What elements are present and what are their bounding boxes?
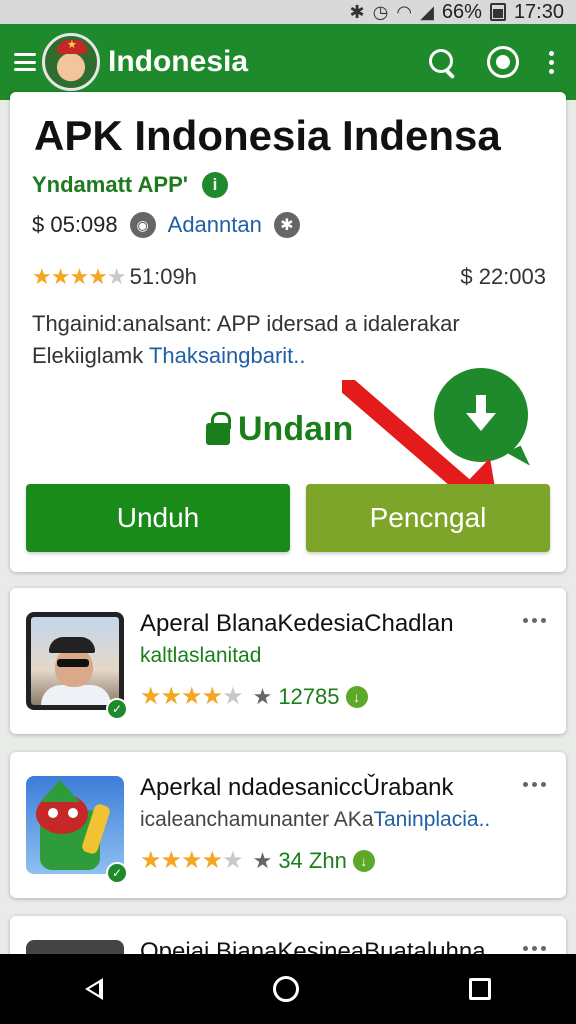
list-item-rating: ★★★★★ ★ 12785 ↓ — [140, 682, 368, 711]
lock-icon — [206, 411, 231, 445]
more-horiz-icon[interactable] — [523, 946, 546, 951]
verified-check-icon: ✓ — [106, 862, 128, 884]
list-item[interactable]: ✓ Aperkal ndadesaniccǓrabank icaleancham… — [10, 752, 566, 898]
app-title: Indonesia — [108, 45, 249, 78]
battery-percent: 66% — [441, 0, 482, 23]
app-bar: Indonesia — [0, 24, 576, 100]
list-item-title: Aperal BlanaKedesiaChadlan — [140, 610, 454, 637]
list-item-subtitle-text: icaleanchamunanter AKa — [140, 808, 374, 831]
account-icon[interactable] — [487, 46, 519, 78]
battery-icon — [489, 3, 506, 21]
list-item[interactable]: ✓ Aperal BlanaKedesiaChadlan kaltlaslani… — [10, 588, 566, 734]
app-thumbnail — [26, 612, 124, 710]
download-count: 12785 — [278, 683, 340, 709]
more-vert-icon[interactable] — [549, 50, 554, 74]
description: Thgainid:analsant: APP idersad a idalera… — [32, 308, 552, 372]
meta-price: $ 05:098 — [32, 212, 118, 237]
star-rating: ★★★★★ — [32, 264, 127, 289]
list-item-subtitle: icaleanchamunanter AKaTaninplacia.. — [140, 808, 490, 832]
star-rating: ★★★★★ — [140, 847, 244, 874]
meta-link[interactable]: Adanntan — [168, 212, 262, 238]
bluetooth-icon: ✱ — [349, 1, 365, 22]
more-horiz-icon[interactable] — [523, 618, 546, 623]
signal-icon: ◢ — [420, 1, 434, 22]
info-icon[interactable]: i — [202, 172, 228, 198]
download-circle-icon[interactable]: ↓ — [352, 849, 375, 872]
download-label-text: Undaın — [238, 410, 354, 448]
meta-row: $ 05:098 ◉ Adanntan ✱ — [32, 212, 300, 238]
download-circle-icon[interactable]: ↓ — [345, 685, 368, 708]
more-horiz-icon[interactable] — [523, 782, 546, 787]
description-link[interactable]: Thaksaingbarit.. — [149, 343, 306, 368]
alarm-icon: ◷ — [372, 1, 389, 22]
profile-circle-icon: ◉ — [129, 212, 156, 238]
system-nav-bar — [0, 954, 576, 1024]
download-count: 34 Zhn — [278, 847, 347, 873]
rating-text: 51:09h — [129, 264, 197, 289]
recents-icon[interactable] — [469, 978, 491, 1000]
home-icon[interactable] — [273, 976, 299, 1002]
price-right: $ 22:003 — [460, 264, 546, 289]
app-logo — [42, 33, 100, 91]
search-icon[interactable] — [427, 47, 457, 77]
star-icon: ★ — [252, 683, 273, 709]
list-item-title: Aperkal ndadesaniccǓrabank — [140, 774, 454, 801]
list-item-subtitle: kaltlaslanitad — [140, 644, 262, 667]
star-icon: ★ — [252, 847, 273, 873]
developer-row: Yndamatt APP' i — [32, 172, 228, 198]
clock: 17:30 — [513, 0, 564, 23]
back-icon[interactable] — [85, 978, 103, 1000]
rating-row: ★★★★★ 51:09h $ 22:003 — [32, 264, 546, 290]
list-item-rating: ★★★★★ ★ 34 Zhn ↓ — [140, 846, 375, 875]
developer-name[interactable]: Yndamatt APP' — [32, 172, 188, 198]
app-thumbnail — [26, 776, 124, 874]
secondary-button[interactable]: Pencngal — [306, 484, 550, 552]
app-detail-card: APK Indonesia Indensa Yndamatt APP' i $ … — [10, 92, 566, 572]
settings-icon[interactable]: ✱ — [273, 212, 300, 238]
app-name: APK Indonesia Indensa — [34, 112, 501, 159]
verified-check-icon: ✓ — [106, 698, 128, 720]
download-label: Undaın — [206, 410, 353, 449]
wifi-icon: ◠ — [396, 1, 413, 22]
menu-icon[interactable] — [14, 53, 36, 71]
star-rating: ★★★★★ — [140, 683, 244, 710]
status-bar: ✱ ◷ ◠ ◢ 66% 17:30 — [0, 0, 576, 24]
download-button[interactable]: Unduh — [26, 484, 290, 552]
list-item-subtitle-link[interactable]: Taninplacia.. — [374, 808, 491, 831]
